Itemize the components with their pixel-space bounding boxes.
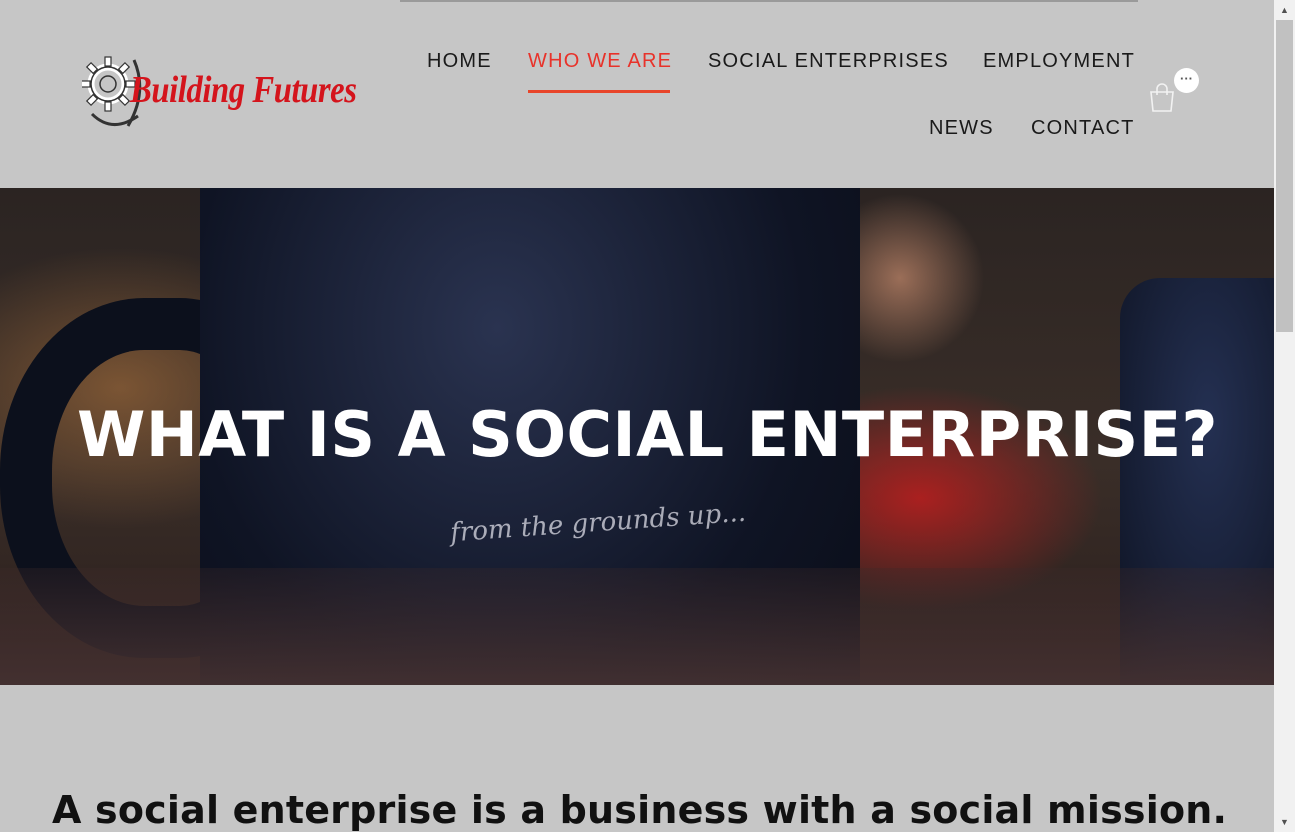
scrollbar-thumb[interactable]: [1276, 20, 1293, 332]
hero-title: WHAT IS A SOCIAL ENTERPRISE?: [76, 398, 1219, 471]
active-nav-indicator: [528, 90, 670, 93]
logo-text: Building Futures: [130, 69, 357, 111]
hero-banner: from the grounds up... WHAT IS A SOCIAL …: [0, 188, 1274, 685]
nav-contact[interactable]: CONTACT: [1031, 117, 1135, 140]
scroll-up-arrow-icon[interactable]: ▲: [1274, 0, 1295, 20]
section-subheading: A social enterprise is a business with a…: [52, 788, 1228, 832]
shopping-bag-icon: [1150, 83, 1174, 112]
nav-news[interactable]: NEWS: [929, 117, 994, 140]
nav-home[interactable]: HOME: [427, 50, 492, 73]
nav-social-enterprises[interactable]: SOCIAL ENTERPRISES: [708, 50, 949, 73]
counter-surface: [0, 568, 1274, 685]
scroll-down-arrow-icon[interactable]: ▼: [1274, 812, 1295, 832]
header-top-divider: [400, 0, 1138, 2]
nav-employment[interactable]: EMPLOYMENT: [983, 50, 1135, 73]
site-logo[interactable]: Building Futures: [82, 52, 392, 132]
more-options-button[interactable]: ···: [1174, 68, 1199, 93]
cart-button[interactable]: [1148, 82, 1176, 112]
nav-who-we-are[interactable]: WHO WE ARE: [528, 50, 672, 73]
site-header: Building Futures HOME WHO WE ARE SOCIAL …: [0, 0, 1274, 188]
